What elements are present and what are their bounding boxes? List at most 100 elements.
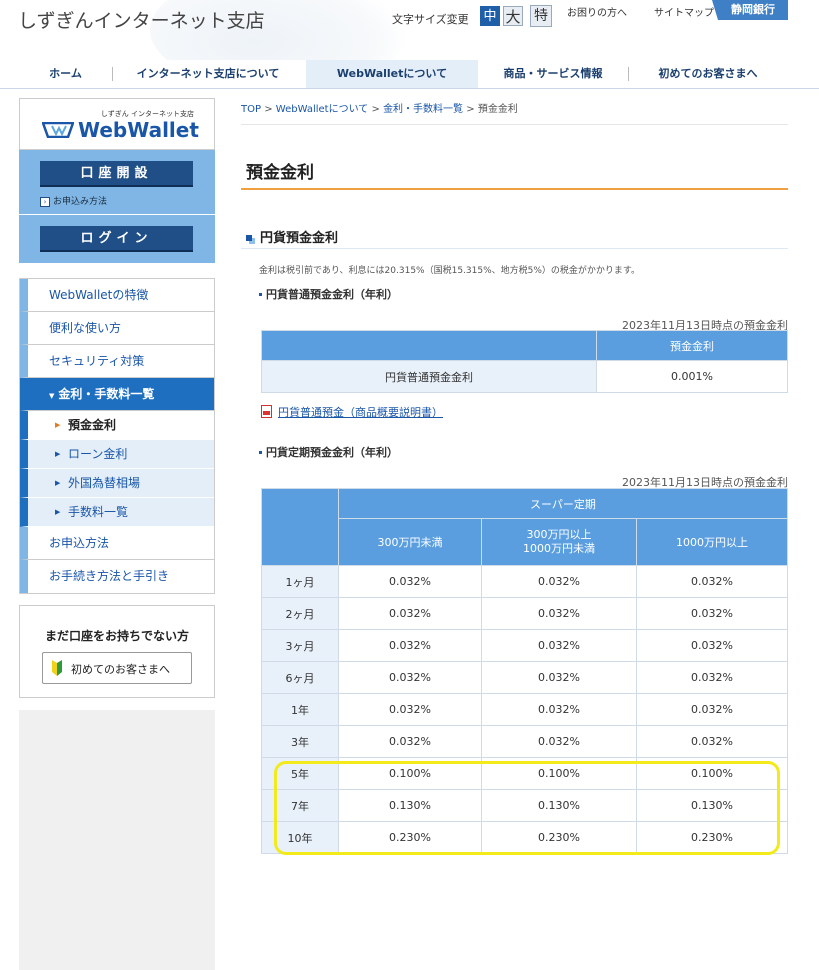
table-row-label: 1年 [261, 693, 339, 726]
caret-right-icon: ▶ [55, 508, 61, 516]
divider [241, 124, 788, 125]
caret-right-icon: ▶ [55, 479, 61, 487]
side-menu-item-security[interactable]: セキュリティ対策 [20, 345, 214, 378]
breadcrumb-current: 預金金利 [477, 104, 518, 115]
table-cell: 0.032% [636, 693, 788, 726]
table-row-label: 6ヶ月 [261, 661, 339, 694]
nav-about-webwallet[interactable]: WebWalletについて [306, 60, 478, 88]
table-cell: 0.001% [596, 360, 788, 393]
time-deposit-heading-text: 円貨定期預金金利（年利） [266, 446, 398, 459]
ordinary-pdf-link[interactable]: 円貨普通預金（商品概要説明書） [261, 403, 443, 420]
breadcrumb-top[interactable]: TOP [241, 104, 261, 115]
table-row-label: 円貨普通預金金利 [261, 360, 597, 393]
promo-title: まだ口座をお持ちでない方 [44, 629, 189, 643]
table-row-label: 1ヶ月 [261, 565, 339, 598]
breadcrumb: TOP > WebWalletについて > 金利・手数料一覧 > 預金金利 [241, 100, 518, 115]
breadcrumb-separator: > [264, 104, 273, 115]
table-cell: 0.032% [636, 661, 788, 694]
submenu-label: 手数料一覧 [68, 505, 129, 519]
sitemap-link[interactable]: サイトマップ [654, 4, 714, 19]
table-cell: 0.032% [481, 725, 637, 758]
submenu-label: 預金金利 [68, 418, 117, 432]
side-menu-item-usage[interactable]: 便利な使い方 [20, 312, 214, 345]
dot-bullet-icon [259, 293, 262, 296]
breadcrumb-separator: > [466, 104, 475, 115]
table-cell: 0.032% [481, 661, 637, 694]
font-size-medium-button[interactable]: 中 [480, 6, 500, 26]
side-menu-item-rates-fees[interactable]: ▼ 金利・手数料一覧 [20, 378, 214, 411]
caret-right-icon: ▶ [55, 421, 61, 429]
font-size-label: 文字サイズ変更 [392, 13, 469, 26]
table-cell: 0.100% [636, 757, 788, 790]
table-cell: 0.032% [636, 725, 788, 758]
section-title: 円貨預金金利 [246, 227, 338, 246]
nav-products[interactable]: 商品・サービス情報 [478, 60, 628, 88]
table-row-label: 3ヶ月 [261, 629, 339, 662]
bank-link[interactable]: 静岡銀行 [712, 0, 788, 20]
table-cell: 0.230% [481, 821, 637, 854]
breadcrumb-rates-fees[interactable]: 金利・手数料一覧 [383, 104, 463, 115]
table-cell: 0.130% [636, 789, 788, 822]
site-title[interactable]: しずぎんインターネット支店 [18, 6, 265, 33]
help-link[interactable]: お困りの方へ [567, 4, 627, 19]
section-title-text: 円貨預金金利 [260, 231, 339, 246]
table-cell: 0.032% [338, 661, 482, 694]
table-header: 300万円以上 1000万円未満 [481, 518, 637, 566]
table-row: 3年 0.032% 0.032% 0.032% [261, 725, 788, 758]
table-row: 1年 0.032% 0.032% 0.032% [261, 693, 788, 726]
table-row-label: 5年 [261, 757, 339, 790]
breadcrumb-about-webwallet[interactable]: WebWalletについて [276, 104, 369, 115]
nav-about-branch[interactable]: インターネット支店について [113, 60, 303, 88]
side-submenu-fees[interactable]: ▶ 手数料一覧 [20, 498, 214, 527]
ordinary-heading: 円貨普通預金金利（年利） [259, 286, 398, 302]
table-cell: 0.032% [338, 693, 482, 726]
table-cell: 0.230% [338, 821, 482, 854]
open-account-button[interactable]: 口座開設 [40, 161, 193, 187]
submenu-label: 外国為替相場 [68, 476, 141, 490]
side-menu-item-apply[interactable]: お申込方法 [20, 527, 214, 560]
site-header: しずぎんインターネット支店 文字サイズ変更 中 大 特 お困りの方へ サイトマッ… [0, 0, 819, 60]
side-menu-item-features[interactable]: WebWalletの特徴 [20, 279, 214, 312]
side-submenu-loan-rates[interactable]: ▶ ローン金利 [20, 440, 214, 469]
table-row: 3ヶ月 0.032% 0.032% 0.032% [261, 629, 788, 662]
sidebar-ad-placeholder [19, 710, 215, 970]
table-row: 2ヶ月 0.032% 0.032% 0.032% [261, 597, 788, 630]
pdf-link-label: 円貨普通預金（商品概要説明書） [278, 406, 443, 419]
login-panel: ログイン [19, 215, 215, 263]
table-cell: 0.100% [481, 757, 637, 790]
table-row: 7年 0.130% 0.130% 0.130% [261, 789, 788, 822]
side-menu-item-procedures[interactable]: お手続き方法と手引き [20, 560, 214, 593]
first-time-customer-button[interactable]: 初めてのお客さまへ [42, 652, 192, 684]
side-menu: WebWalletの特徴 便利な使い方 セキュリティ対策 ▼ 金利・手数料一覧 ▶… [19, 278, 215, 594]
global-nav: ホーム インターネット支店について WebWalletについて 商品・サービス情… [0, 60, 819, 89]
nav-home[interactable]: ホーム [18, 60, 113, 88]
how-to-apply-link[interactable]: › お申込み方法 [40, 194, 107, 207]
caret-down-icon: ▼ [49, 392, 55, 400]
table-row-label: 2ヶ月 [261, 597, 339, 630]
nav-first-time[interactable]: 初めてのお客さまへ [629, 60, 787, 88]
breadcrumb-separator: > [371, 104, 380, 115]
logo-text: WebWallet [78, 118, 199, 142]
table-row: 5年 0.100% 0.100% 0.100% [261, 757, 788, 790]
table-row: 1ヶ月 0.032% 0.032% 0.032% [261, 565, 788, 598]
dot-bullet-icon [259, 451, 262, 454]
login-button[interactable]: ログイン [40, 226, 193, 252]
page-title: 預金金利 [246, 163, 314, 183]
webwallet-logo[interactable]: しずぎん インターネット支店 WebWallet [19, 98, 215, 150]
webwallet-logo-icon [42, 122, 74, 138]
font-size-extra-large-button[interactable]: 特 [530, 5, 552, 27]
table-header: 300万円未満 [338, 518, 482, 566]
table-header: 1000万円以上 [636, 518, 788, 566]
table-row: 6ヶ月 0.032% 0.032% 0.032% [261, 661, 788, 694]
side-submenu-deposit-rates[interactable]: ▶ 預金金利 [20, 411, 214, 440]
promo-button-label: 初めてのお客さまへ [71, 663, 170, 676]
account-open-panel: 口座開設 › お申込み方法 [19, 150, 215, 214]
table-header: 預金金利 [596, 330, 788, 361]
font-size-large-button[interactable]: 大 [503, 6, 523, 26]
table-cell: 0.032% [338, 629, 482, 662]
submenu-label: ローン金利 [68, 447, 128, 461]
side-submenu-fx-rates[interactable]: ▶ 外国為替相場 [20, 469, 214, 498]
table-row-label: 10年 [261, 821, 339, 854]
side-menu-current-label: 金利・手数料一覧 [58, 387, 155, 401]
ordinary-rate-table: 預金金利 円貨普通預金金利 0.001% [261, 330, 788, 393]
